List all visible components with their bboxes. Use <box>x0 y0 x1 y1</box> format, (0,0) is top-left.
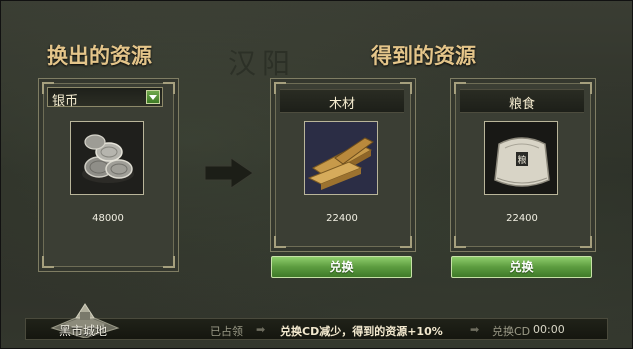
arrow-right-icon <box>203 156 255 194</box>
give-amount: 48000 <box>92 213 124 224</box>
resource-select-value: 银币 <box>52 94 79 109</box>
chevron-down-icon[interactable] <box>146 90 160 104</box>
exchange-wood-button[interactable]: 兑换 <box>271 256 412 278</box>
receive-amount: 22400 <box>506 213 538 224</box>
resource-name: 粮食 <box>508 97 535 112</box>
arrow-right-icon: ➡ <box>470 323 480 336</box>
cd-timer: 00:00 <box>533 323 565 336</box>
cd-label: 兑换CD <box>492 325 531 338</box>
map-watermark: 汉阳 <box>228 47 297 80</box>
city-name: 黑市城地 <box>59 324 108 338</box>
bonus-text: 兑换CD减少，得到的资源+10% <box>280 325 443 338</box>
receive-amount: 22400 <box>326 213 358 224</box>
resource-label-bar: 粮食 <box>460 89 584 113</box>
silver-coins-icon <box>70 121 144 195</box>
occupied-status: 已占领 <box>210 325 243 338</box>
grain-sack-icon: 粮 <box>484 121 558 195</box>
wood-planks-icon <box>304 121 378 195</box>
arrow-right-icon: ➡ <box>256 323 266 336</box>
resource-label-bar: 木材 <box>280 89 404 113</box>
resource-name: 木材 <box>328 97 355 112</box>
resource-select[interactable]: 银币 <box>47 87 163 109</box>
give-resource-title: 换出的资源 <box>47 44 152 68</box>
exchange-grain-button[interactable]: 兑换 <box>451 256 592 278</box>
receive-resource-title: 得到的资源 <box>371 44 476 68</box>
svg-text:粮: 粮 <box>517 154 526 166</box>
